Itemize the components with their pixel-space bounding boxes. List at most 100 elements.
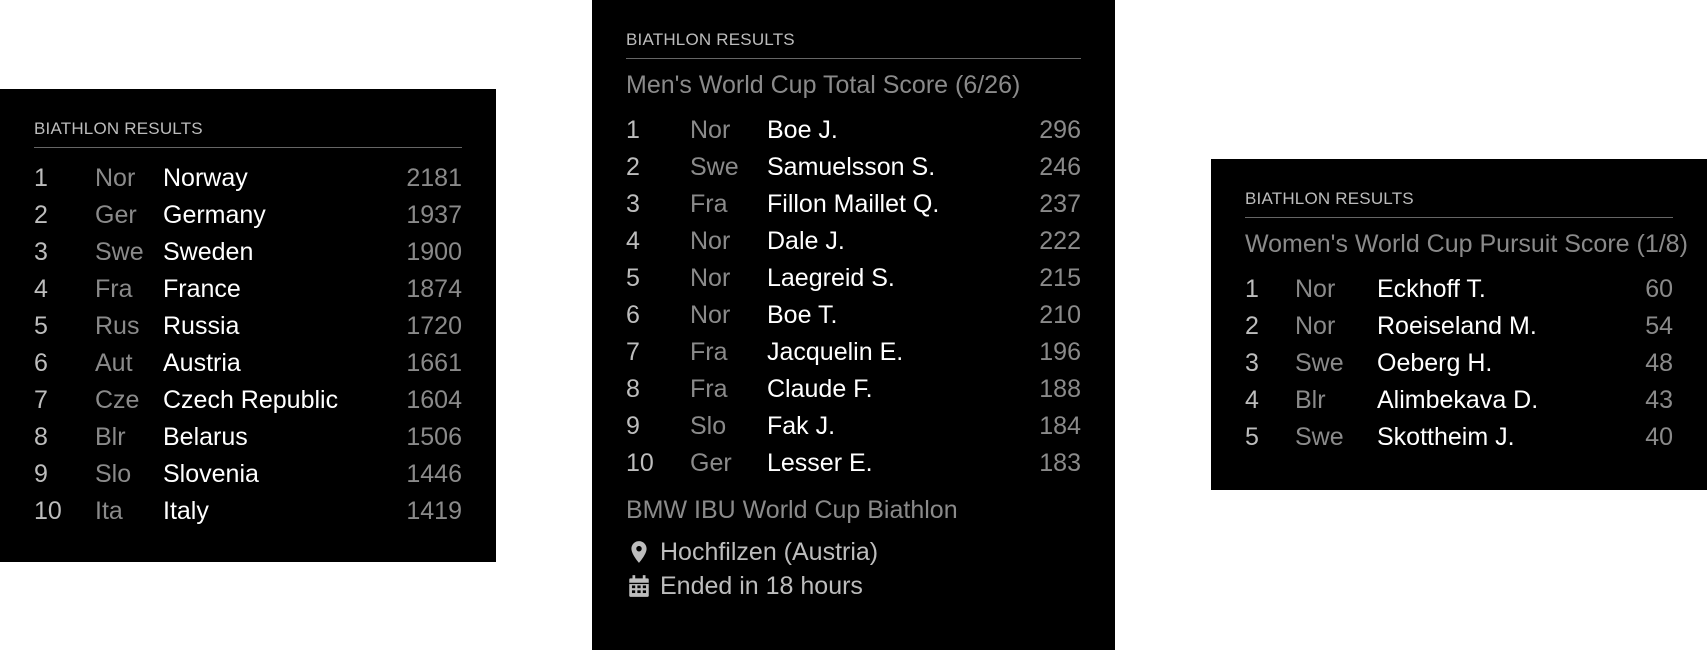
rank-cell: 5 xyxy=(1245,423,1259,451)
module-header: BIATHLON RESULTS xyxy=(34,119,462,148)
table-row: 10 Ger Lesser E. 183 xyxy=(626,445,1081,482)
rank-cell: 2 xyxy=(1245,312,1259,340)
rank-cell: 5 xyxy=(626,264,640,292)
table-row: 4 Nor Dale J. 222 xyxy=(626,223,1081,260)
nation-cell: Slo xyxy=(95,460,132,488)
table-row: 3 Swe Oeberg H. 48 xyxy=(1245,345,1673,382)
name-cell: Russia xyxy=(163,312,240,340)
event-status-text: Ended in 18 hours xyxy=(660,571,863,600)
table-row: 9 Slo Slovenia 1446 xyxy=(34,456,462,493)
nation-cell: Blr xyxy=(95,423,126,451)
table-row: 5 Rus Russia 1720 xyxy=(34,308,462,345)
rank-cell: 2 xyxy=(626,153,640,181)
biathlon-results-panel-nations: BIATHLON RESULTS 1 Nor Norway 2181 2 Ger… xyxy=(0,89,496,562)
name-cell: Lesser E. xyxy=(767,449,873,477)
table-row: 1 Nor Norway 2181 xyxy=(34,160,462,197)
competition-title: Women's World Cup Pursuit Score (1/8) xyxy=(1245,230,1688,258)
rank-cell: 8 xyxy=(34,423,48,451)
nation-cell: Nor xyxy=(690,301,731,329)
nation-cell: Fra xyxy=(690,338,728,366)
rank-cell: 4 xyxy=(626,227,640,255)
rank-cell: 7 xyxy=(34,386,48,414)
score-cell: 54 xyxy=(1645,312,1673,340)
score-cell: 43 xyxy=(1645,386,1673,414)
nation-cell: Nor xyxy=(1295,312,1336,340)
rank-cell: 3 xyxy=(1245,349,1259,377)
rank-cell: 1 xyxy=(34,164,48,192)
nation-cell: Cze xyxy=(95,386,140,414)
name-cell: Sweden xyxy=(163,238,254,266)
nation-cell: Fra xyxy=(95,275,133,303)
rank-cell: 7 xyxy=(626,338,640,366)
nation-cell: Fra xyxy=(690,375,728,403)
rank-cell: 3 xyxy=(626,190,640,218)
table-row: 10 Ita Italy 1419 xyxy=(34,493,462,530)
nation-cell: Swe xyxy=(690,153,739,181)
rank-cell: 10 xyxy=(34,497,62,525)
table-row: 7 Cze Czech Republic 1604 xyxy=(34,382,462,419)
nation-cell: Ger xyxy=(95,201,137,229)
nation-cell: Aut xyxy=(95,349,133,377)
table-row: 6 Nor Boe T. 210 xyxy=(626,297,1081,334)
module-header: BIATHLON RESULTS xyxy=(626,30,1081,59)
rank-cell: 3 xyxy=(34,238,48,266)
rank-cell: 6 xyxy=(626,301,640,329)
score-cell: 188 xyxy=(1039,375,1081,403)
score-cell: 1937 xyxy=(406,201,462,229)
event-location-text: Hochfilzen (Austria) xyxy=(660,537,879,566)
score-cell: 183 xyxy=(1039,449,1081,477)
score-cell: 237 xyxy=(1039,190,1081,218)
nation-cell: Blr xyxy=(1295,386,1326,414)
nation-cell: Slo xyxy=(690,412,727,440)
table-row: 4 Fra France 1874 xyxy=(34,271,462,308)
nation-cell: Nor xyxy=(1295,275,1336,303)
score-cell: 1900 xyxy=(406,238,462,266)
name-cell: Boe T. xyxy=(767,301,838,329)
score-cell: 222 xyxy=(1039,227,1081,255)
table-row: 3 Swe Sweden 1900 xyxy=(34,234,462,271)
results-table: 1 Nor Boe J. 296 2 Swe Samuelsson S. 246… xyxy=(626,112,1081,482)
event-location: Hochfilzen (Austria) xyxy=(626,535,1081,569)
name-cell: Alimbekava D. xyxy=(1377,386,1539,414)
rank-cell: 9 xyxy=(626,412,640,440)
table-row: 2 Nor Roeiseland M. 54 xyxy=(1245,308,1673,345)
table-row: 2 Swe Samuelsson S. 246 xyxy=(626,149,1081,186)
name-cell: Skottheim J. xyxy=(1377,423,1515,451)
score-cell: 210 xyxy=(1039,301,1081,329)
name-cell: Dale J. xyxy=(767,227,845,255)
rank-cell: 9 xyxy=(34,460,48,488)
biathlon-results-panel-men-total: BIATHLON RESULTS Men's World Cup Total S… xyxy=(592,0,1115,650)
module-header: BIATHLON RESULTS xyxy=(1245,189,1673,218)
nation-cell: Nor xyxy=(690,227,731,255)
competition-title: Men's World Cup Total Score (6/26) xyxy=(626,71,1021,99)
score-cell: 184 xyxy=(1039,412,1081,440)
score-cell: 246 xyxy=(1039,153,1081,181)
table-row: 5 Nor Laegreid S. 215 xyxy=(626,260,1081,297)
nation-cell: Nor xyxy=(95,164,136,192)
table-row: 1 Nor Eckhoff T. 60 xyxy=(1245,271,1673,308)
name-cell: Oeberg H. xyxy=(1377,349,1493,377)
score-cell: 1446 xyxy=(406,460,462,488)
score-cell: 215 xyxy=(1039,264,1081,292)
score-cell: 1604 xyxy=(406,386,462,414)
table-row: 5 Swe Skottheim J. 40 xyxy=(1245,419,1673,456)
score-cell: 196 xyxy=(1039,338,1081,366)
name-cell: Slovenia xyxy=(163,460,259,488)
table-row: 3 Fra Fillon Maillet Q. 237 xyxy=(626,186,1081,223)
name-cell: Fillon Maillet Q. xyxy=(767,190,940,218)
score-cell: 48 xyxy=(1645,349,1673,377)
rank-cell: 1 xyxy=(626,116,640,144)
name-cell: Eckhoff T. xyxy=(1377,275,1486,303)
nation-cell: Fra xyxy=(690,190,728,218)
rank-cell: 10 xyxy=(626,449,654,477)
table-row: 1 Nor Boe J. 296 xyxy=(626,112,1081,149)
score-cell: 1419 xyxy=(406,497,462,525)
table-row: 8 Blr Belarus 1506 xyxy=(34,419,462,456)
name-cell: Norway xyxy=(163,164,248,192)
name-cell: Italy xyxy=(163,497,209,525)
score-cell: 1874 xyxy=(406,275,462,303)
score-cell: 60 xyxy=(1645,275,1673,303)
name-cell: Czech Republic xyxy=(163,386,339,414)
event-status: Ended in 18 hours xyxy=(626,569,1081,603)
nation-cell: Swe xyxy=(1295,423,1344,451)
